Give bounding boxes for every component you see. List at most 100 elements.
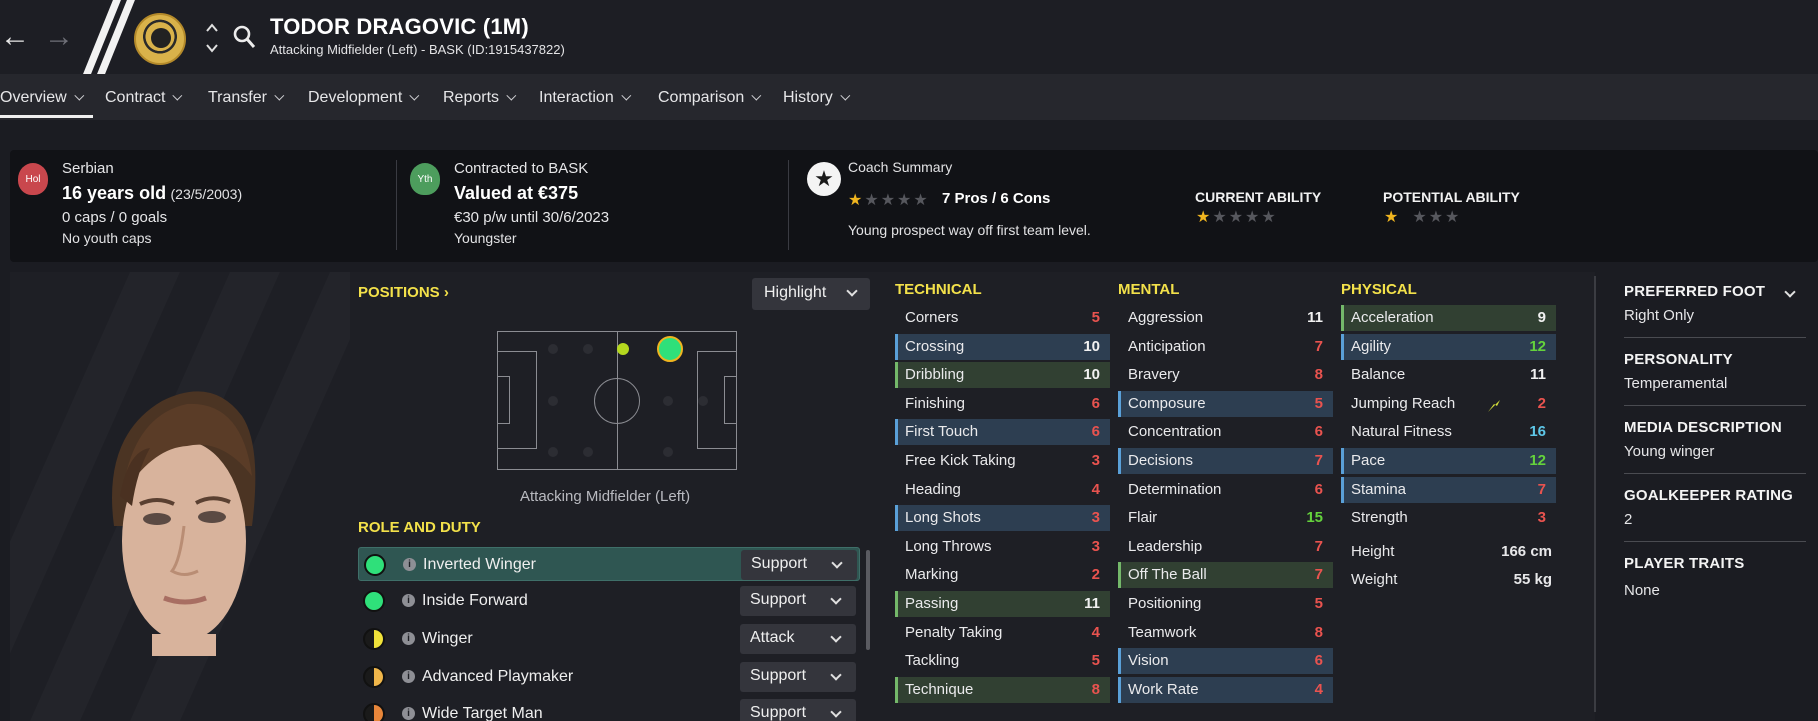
- attribute-name: Teamwork: [1128, 623, 1197, 641]
- tab-contract[interactable]: Contract: [105, 89, 183, 107]
- attribute-value: 4: [1091, 623, 1100, 641]
- role-row[interactable]: i Winger Attack: [358, 622, 860, 656]
- highlight-dropdown[interactable]: Highlight: [752, 278, 870, 310]
- attribute-row[interactable]: Passing 11: [895, 591, 1110, 617]
- attribute-row[interactable]: Teamwork 8: [1118, 620, 1333, 646]
- attribute-value: 2: [1537, 394, 1546, 412]
- search-icon[interactable]: [232, 24, 256, 50]
- attribute-row[interactable]: Anticipation 7: [1118, 334, 1333, 360]
- up-down-chevron-icon[interactable]: [204, 20, 220, 56]
- attribute-row[interactable]: Corners 5: [895, 305, 1110, 331]
- attribute-row[interactable]: Finishing 6: [895, 391, 1110, 417]
- attribute-row[interactable]: Strength 3: [1341, 505, 1556, 531]
- forward-arrow-icon[interactable]: →: [44, 18, 74, 56]
- current-ability-stars: ★ ★ ★ ★ ★: [1196, 207, 1278, 227]
- attribute-row[interactable]: Stamina 7: [1341, 476, 1556, 503]
- attribute-name: Heading: [905, 480, 961, 498]
- mental-title: MENTAL: [1118, 281, 1180, 298]
- attribute-row[interactable]: First Touch 6: [895, 419, 1110, 446]
- attribute-row[interactable]: Tackling 5: [895, 648, 1110, 674]
- attribute-name: Flair: [1128, 509, 1158, 527]
- technical-title: TECHNICAL: [895, 281, 982, 298]
- role-row[interactable]: i Inverted Winger Support: [358, 547, 860, 581]
- contracted-to[interactable]: Contracted to BASK: [454, 160, 588, 177]
- star-icon: ★: [1445, 209, 1460, 226]
- attribute-row[interactable]: Dribbling 10: [895, 362, 1110, 389]
- role-row[interactable]: i Inside Forward Support: [358, 584, 860, 618]
- tab-development[interactable]: Development: [308, 89, 420, 107]
- duty-label: Support: [751, 555, 808, 572]
- info-icon[interactable]: i: [402, 707, 415, 720]
- date-of-birth: (23/5/2003): [170, 186, 243, 202]
- attribute-row[interactable]: Natural Fitness 16: [1341, 419, 1556, 445]
- attribute-name: Pace: [1351, 452, 1386, 469]
- attribute-row[interactable]: Penalty Taking 4: [895, 620, 1110, 646]
- attribute-row[interactable]: Acceleration 9: [1341, 305, 1556, 331]
- attribute-name: Corners: [905, 309, 959, 326]
- star-icon: ★: [913, 192, 928, 209]
- info-icon[interactable]: i: [402, 670, 415, 683]
- tab-comparison[interactable]: Comparison: [658, 89, 762, 107]
- attribute-row[interactable]: Heading 4: [895, 477, 1110, 503]
- divider: [1624, 405, 1806, 406]
- info-icon[interactable]: i: [403, 558, 416, 571]
- attribute-row[interactable]: Aggression 11: [1118, 305, 1333, 331]
- attribute-row[interactable]: Long Shots 3: [895, 505, 1110, 532]
- six-yard-box-right: [724, 376, 737, 424]
- attribute-row[interactable]: Bravery 8: [1118, 362, 1333, 388]
- tab-transfer[interactable]: Transfer: [208, 89, 285, 107]
- role-row[interactable]: i Advanced Playmaker Support: [358, 660, 860, 694]
- attribute-name: Leadership: [1128, 537, 1203, 555]
- roles-scrollbar[interactable]: [866, 550, 870, 650]
- attribute-row[interactable]: Vision 6: [1118, 648, 1333, 675]
- attribute-row[interactable]: Off The Ball 7: [1118, 562, 1333, 589]
- attribute-row[interactable]: Leadership 7: [1118, 534, 1333, 560]
- tab-reports[interactable]: Reports: [443, 89, 517, 107]
- attribute-row[interactable]: Work Rate 4: [1118, 676, 1333, 703]
- secondary-position-marker: [617, 343, 629, 355]
- tab-history[interactable]: History: [783, 89, 851, 107]
- attribute-row[interactable]: Marking 2: [895, 562, 1110, 588]
- player-traits: None: [1624, 582, 1660, 599]
- duty-dropdown[interactable]: Support: [740, 662, 856, 692]
- tab-interaction[interactable]: Interaction: [539, 89, 631, 107]
- duty-dropdown[interactable]: Attack: [740, 624, 856, 654]
- attribute-row[interactable]: Free Kick Taking 3: [895, 448, 1110, 474]
- attribute-row[interactable]: Agility 12: [1341, 333, 1556, 360]
- attribute-value: 3: [1537, 509, 1546, 527]
- tab-overview[interactable]: Overview: [0, 89, 84, 107]
- attribute-name: Natural Fitness: [1351, 423, 1452, 441]
- nationality-badge-icon[interactable]: Hol: [18, 163, 48, 195]
- nationality[interactable]: Serbian: [62, 160, 114, 177]
- role-name: Inverted Winger: [423, 556, 536, 573]
- star-icon: ★: [1384, 209, 1399, 226]
- info-icon[interactable]: i: [402, 594, 415, 607]
- attribute-row[interactable]: Concentration 6: [1118, 419, 1333, 445]
- pros-cons[interactable]: 7 Pros / 6 Cons: [942, 190, 1050, 207]
- attribute-row[interactable]: Determination 6: [1118, 477, 1333, 503]
- attribute-row[interactable]: Long Throws 3: [895, 534, 1110, 560]
- positions-title[interactable]: POSITIONS ›: [358, 284, 449, 301]
- goalkeeper-rating-title: GOALKEEPER RATING: [1624, 487, 1793, 504]
- attribute-row[interactable]: Flair 15: [1118, 505, 1333, 531]
- attribute-row[interactable]: Crossing 10: [895, 333, 1110, 360]
- attribute-row[interactable]: Pace 12: [1341, 448, 1556, 474]
- duty-dropdown[interactable]: Support: [740, 699, 856, 721]
- duty-dropdown[interactable]: Support: [741, 550, 857, 580]
- attribute-row[interactable]: Positioning 5: [1118, 591, 1333, 617]
- attribute-row[interactable]: Balance 11: [1341, 362, 1556, 388]
- attribute-row[interactable]: Jumping Reach 2: [1341, 391, 1556, 417]
- attribute-row[interactable]: Technique 8: [895, 676, 1110, 703]
- club-crest-icon[interactable]: [134, 13, 186, 65]
- duty-dropdown[interactable]: Support: [740, 586, 856, 616]
- chevron-down-icon[interactable]: [1784, 286, 1796, 298]
- position-pitch[interactable]: [497, 331, 737, 470]
- role-row[interactable]: i Wide Target Man Support: [358, 697, 860, 721]
- info-icon[interactable]: i: [402, 632, 415, 645]
- back-arrow-icon[interactable]: ←: [0, 18, 30, 56]
- physical-title: PHYSICAL: [1341, 281, 1417, 298]
- attribute-value: 11: [1084, 595, 1100, 612]
- panel-divider: [1594, 276, 1596, 712]
- attribute-row[interactable]: Decisions 7: [1118, 448, 1333, 474]
- attribute-row[interactable]: Composure 5: [1118, 390, 1333, 417]
